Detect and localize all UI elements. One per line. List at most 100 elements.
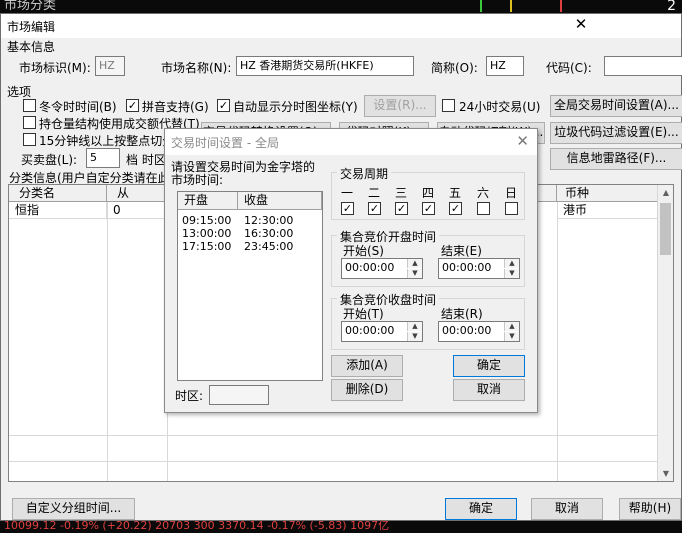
spin-up-icon[interactable]: ▲ bbox=[504, 259, 519, 268]
column-header-from[interactable]: 从 bbox=[107, 185, 167, 202]
auction-open-start-label: 开始(S) bbox=[343, 244, 384, 258]
auction-open-end-label: 结束(E) bbox=[441, 244, 482, 258]
short-name-field[interactable]: HZ bbox=[486, 56, 524, 76]
auction-open-start-spinner[interactable]: 00:00:00 ▲ ▼ bbox=[341, 258, 423, 279]
session-open-column: 09:15:00 13:00:00 17:15:00 bbox=[182, 214, 231, 253]
weekday-checkbox-sun[interactable] bbox=[505, 202, 518, 215]
grid-vertical-scrollbar[interactable]: ▲ ▼ bbox=[657, 185, 673, 481]
code-field[interactable] bbox=[604, 56, 682, 76]
global-trading-time-button[interactable]: 全局交易时间设置(A)... bbox=[550, 95, 682, 117]
code-label: 代码(C): bbox=[546, 61, 592, 75]
pinyin-label: 拼音支持(G) bbox=[142, 100, 209, 114]
15min-label: 15分钟线以上按整点切分 bbox=[39, 134, 175, 148]
grid-line bbox=[9, 461, 659, 462]
scroll-up-icon[interactable]: ▲ bbox=[658, 188, 673, 197]
background-chart-line bbox=[560, 0, 562, 12]
background-ticker-strip: 10099.12 -0.19% (+20.22) 20703 300 3370.… bbox=[4, 520, 390, 532]
scroll-thumb[interactable] bbox=[660, 203, 671, 255]
session-close-time[interactable]: 16:30:00 bbox=[244, 227, 293, 240]
column-header-name[interactable]: 分类名 bbox=[9, 185, 107, 202]
background-chart-line bbox=[480, 0, 482, 12]
trading-time-dialog: 交易时间设置 - 全局 ✕ 请设置交易时间为金字塔的市场时间: 开盘 收盘 09… bbox=[164, 128, 538, 413]
position-struct-checkbox[interactable] bbox=[23, 116, 36, 129]
session-open-time[interactable]: 17:15:00 bbox=[182, 240, 231, 253]
weekday-checkbox-fri[interactable] bbox=[449, 202, 462, 215]
column-header-currency[interactable]: 币种 bbox=[557, 185, 667, 202]
15min-checkbox[interactable] bbox=[23, 133, 36, 146]
weekday-label: 三 bbox=[395, 186, 408, 200]
session-close-column: 12:30:00 16:30:00 23:45:00 bbox=[244, 214, 293, 253]
weekday-label: 六 bbox=[477, 186, 490, 200]
cell-category-name: 恒指 bbox=[9, 202, 107, 219]
session-open-time[interactable]: 09:15:00 bbox=[182, 214, 231, 227]
weekday-checkbox-wed[interactable] bbox=[395, 202, 408, 215]
session-col-close[interactable]: 收盘 bbox=[238, 192, 322, 210]
trash-code-filter-button[interactable]: 垃圾代码过滤设置(E)... bbox=[550, 122, 682, 144]
window-close-button[interactable]: ✕ bbox=[561, 14, 601, 36]
spin-down-icon[interactable]: ▼ bbox=[504, 269, 519, 278]
window-title: 市场编辑 bbox=[7, 20, 56, 34]
spin-down-icon[interactable]: ▼ bbox=[407, 269, 422, 278]
auto-coord-checkbox[interactable] bbox=[217, 99, 230, 112]
session-col-open[interactable]: 开盘 bbox=[178, 192, 238, 210]
dialog-titlebar: 交易时间设置 - 全局 ✕ bbox=[165, 129, 537, 155]
dialog-title: 交易时间设置 - 全局 bbox=[171, 136, 279, 150]
spin-down-icon[interactable]: ▼ bbox=[407, 332, 422, 341]
weekday-checkbox-sat[interactable] bbox=[477, 202, 490, 215]
market-name-field[interactable]: HZ 香港期货交易所(HKFE) bbox=[236, 56, 414, 76]
bidask-label: 买卖盘(L): bbox=[21, 153, 78, 167]
grid-line bbox=[107, 202, 108, 481]
background-app-title: 市场分类 bbox=[4, 0, 57, 13]
auction-close-start-label: 开始(T) bbox=[343, 307, 384, 321]
cancel-button[interactable]: 取消 bbox=[531, 498, 603, 520]
spin-up-icon[interactable]: ▲ bbox=[407, 259, 422, 268]
basic-info-section: 基本信息 bbox=[7, 40, 56, 54]
spin-up-icon[interactable]: ▲ bbox=[504, 322, 519, 331]
session-close-time[interactable]: 12:30:00 bbox=[244, 214, 293, 227]
24h-checkbox[interactable] bbox=[442, 99, 455, 112]
background-chart-line bbox=[510, 0, 512, 12]
cell-from: 0 bbox=[107, 202, 167, 219]
scroll-down-icon[interactable]: ▼ bbox=[658, 469, 673, 478]
background-corner-number: 2 bbox=[667, 0, 676, 14]
auction-close-end-label: 结束(R) bbox=[441, 307, 483, 321]
dst-checkbox[interactable] bbox=[23, 99, 36, 112]
weekday-checkbox-mon[interactable] bbox=[341, 202, 354, 215]
ok-button[interactable]: 确定 bbox=[445, 498, 517, 520]
market-id-field[interactable]: HZ bbox=[95, 56, 125, 76]
custom-group-time-button[interactable]: 自定义分组时间... bbox=[12, 498, 135, 520]
add-session-button[interactable]: 添加(A) bbox=[331, 355, 403, 377]
grid-line bbox=[557, 202, 558, 481]
settings-button[interactable]: 设置(R)... bbox=[364, 95, 436, 117]
auto-coord-label: 自动显示分时图坐标(Y) bbox=[233, 100, 358, 114]
dst-label: 冬令时时间(B) bbox=[39, 100, 117, 114]
dialog-close-button[interactable]: ✕ bbox=[516, 132, 529, 150]
options-section: 选项 bbox=[7, 85, 32, 99]
weekday-label: 一 bbox=[341, 186, 354, 200]
market-name-label: 市场名称(N): bbox=[161, 61, 232, 75]
dialog-ok-button[interactable]: 确定 bbox=[453, 355, 525, 377]
pinyin-checkbox[interactable] bbox=[126, 99, 139, 112]
spin-down-icon[interactable]: ▼ bbox=[504, 332, 519, 341]
auction-close-start-spinner[interactable]: 00:00:00 ▲ ▼ bbox=[341, 321, 423, 342]
session-close-time[interactable]: 23:45:00 bbox=[244, 240, 293, 253]
timezone-label: 时区: bbox=[175, 389, 204, 403]
auction-close-end-spinner[interactable]: 00:00:00 ▲ ▼ bbox=[438, 321, 520, 342]
bidask-field[interactable]: 5 bbox=[86, 148, 120, 168]
24h-label: 24小时交易(U) bbox=[459, 100, 541, 114]
delete-session-button[interactable]: 删除(D) bbox=[331, 379, 403, 401]
auction-open-end-spinner[interactable]: 00:00:00 ▲ ▼ bbox=[438, 258, 520, 279]
spin-up-icon[interactable]: ▲ bbox=[407, 322, 422, 331]
help-button[interactable]: 帮助(H) bbox=[619, 498, 681, 520]
dialog-cancel-button[interactable]: 取消 bbox=[453, 379, 525, 401]
weekday-checkbox-thu[interactable] bbox=[422, 202, 435, 215]
market-id-label: 市场标识(M): bbox=[19, 61, 91, 75]
weekday-checkbox-tue[interactable] bbox=[368, 202, 381, 215]
info-mine-path-button[interactable]: 信息地雷路径(F)... bbox=[550, 148, 682, 170]
session-open-time[interactable]: 13:00:00 bbox=[182, 227, 231, 240]
session-list[interactable]: 开盘 收盘 09:15:00 13:00:00 17:15:00 12:30:0… bbox=[177, 191, 323, 381]
auction-close-start-value: 00:00:00 bbox=[345, 324, 395, 337]
short-name-label: 简称(O): bbox=[431, 61, 478, 75]
timezone-field[interactable] bbox=[209, 385, 269, 405]
auction-close-end-value: 00:00:00 bbox=[442, 324, 492, 337]
